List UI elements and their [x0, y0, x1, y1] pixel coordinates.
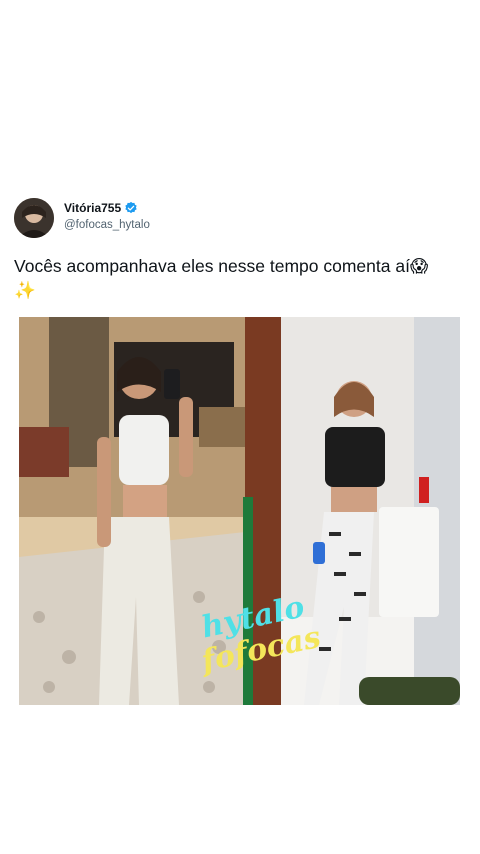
avatar[interactable] [14, 198, 54, 238]
tweet-header: Vitória755 @fofocas_hytalo [0, 196, 480, 242]
verified-badge-icon [124, 201, 138, 215]
author-name[interactable]: Vitória755 [64, 201, 121, 215]
tweet-media-image[interactable]: hytalo fofocas [19, 317, 460, 705]
tweet-text-line-2: ✨ [14, 280, 36, 300]
tweet-card[interactable]: Vitória755 @fofocas_hytalo Vocês acompan… [0, 196, 480, 705]
author-handle[interactable]: @fofocas_hytalo [64, 219, 150, 231]
tweet-text-line-1: Vocês acompanhava eles nesse tempo comen… [14, 256, 429, 276]
tweet-text: Vocês acompanhava eles nesse tempo comen… [14, 254, 474, 302]
